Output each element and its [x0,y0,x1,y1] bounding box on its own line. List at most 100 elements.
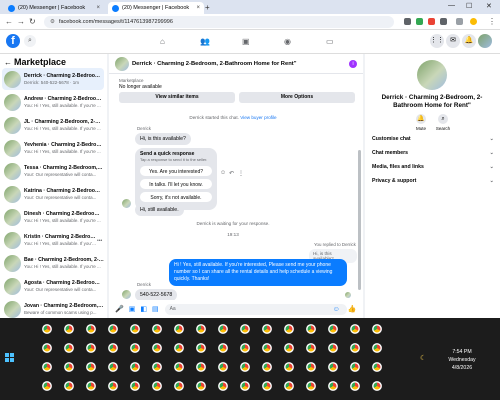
taskbar-app-icon[interactable] [86,343,96,353]
taskbar-app-icon[interactable] [306,324,316,334]
search-icon[interactable]: ⌕ [24,35,36,47]
conversation-item[interactable]: Dinesh · Charming 2-Bedroom, ... You: Hi … [2,206,104,228]
taskbar-app-icon[interactable] [262,362,272,372]
chat-members-section[interactable]: Chat members ⌄ [372,150,494,156]
taskbar-app-icon[interactable] [262,381,272,391]
taskbar-app-icon[interactable] [108,381,118,391]
taskbar-app-icon[interactable] [328,362,338,372]
taskbar-app-icon[interactable] [350,324,360,334]
taskbar-app-icon[interactable] [152,362,162,372]
taskbar-app-icon[interactable] [240,381,250,391]
taskbar-app-icon[interactable] [108,324,118,334]
taskbar-app-icon[interactable] [174,324,184,334]
taskbar-app-icon[interactable] [130,343,140,353]
taskbar-app-icon[interactable] [372,343,382,353]
taskbar-app-icon[interactable] [284,362,294,372]
taskbar-app-icon[interactable] [86,324,96,334]
taskbar-app-icon[interactable] [130,324,140,334]
info-icon[interactable]: i [349,60,357,68]
taskbar-app-icon[interactable] [306,343,316,353]
taskbar-app-icon[interactable] [196,381,206,391]
view-similar-button[interactable]: View similar items [119,92,235,103]
conversation-item[interactable]: Kristin · Charming 2-Bedroo... You: Hi ! … [2,229,104,251]
taskbar-app-icon[interactable] [42,381,52,391]
scrollbar-thumb[interactable] [358,150,361,290]
taskbar-app-icon[interactable] [350,362,360,372]
taskbar-app-icon[interactable] [152,324,162,334]
taskbar-app-icon[interactable] [284,381,294,391]
gaming-icon[interactable]: ▭ [326,37,334,46]
taskbar-app-icon[interactable] [262,324,272,334]
extension-icon[interactable] [416,18,423,25]
image-icon[interactable]: ▣ [129,305,136,313]
taskbar-app-icon[interactable] [328,324,338,334]
system-clock[interactable]: 7:54 PM Wednesday 4/8/2026 [442,348,482,372]
forward-icon[interactable]: → [17,17,25,26]
reload-icon[interactable]: ↻ [29,17,36,26]
taskbar-app-icon[interactable] [130,381,140,391]
microphone-icon[interactable]: 🎤 [115,305,124,313]
like-icon[interactable]: 👍 [348,305,357,313]
customise-chat-section[interactable]: Customise chat ⌄ [372,136,494,142]
taskbar-app-icon[interactable] [240,343,250,353]
new-tab-button[interactable]: + [205,3,210,12]
menu-icon[interactable]: ⋮ [488,17,496,26]
url-input[interactable]: ⚙ facebook.com/messages/t/11476139872999… [44,16,394,28]
quick-reply-option[interactable]: Sorry, it's not available. [140,192,212,202]
profile-icon[interactable] [470,18,477,25]
conversation-item[interactable]: Agosta · Charming 2-Bedroom, ... Your: Ou… [2,275,104,297]
more-options-icon[interactable]: ••• [97,238,102,244]
close-window-button[interactable]: ✕ [486,2,492,10]
search-button[interactable]: ⌕ Search [433,114,453,131]
taskbar-app-icon[interactable] [372,362,382,372]
taskbar-app-icon[interactable] [42,343,52,353]
conversation-item[interactable]: Andrew · Charming 2-Bedroom, ... You: Hi … [2,91,104,113]
taskbar-app-icon[interactable] [350,343,360,353]
taskbar-app-icon[interactable] [196,324,206,334]
site-info-icon[interactable]: ⚙ [50,19,55,25]
taskbar-app-icon[interactable] [306,362,316,372]
menu-grid-icon[interactable]: ⋮⋮ [430,34,444,48]
home-icon[interactable]: ⌂ [160,37,165,46]
taskbar-app-icon[interactable] [42,324,52,334]
taskbar-app-icon[interactable] [86,381,96,391]
taskbar-app-icon[interactable] [328,381,338,391]
chat-header[interactable]: Derrick · Charming 2-Bedroom, 2-Bathroom… [109,54,363,74]
more-options-button[interactable]: More Options [239,92,355,103]
mute-button[interactable]: 🔔 Mute [411,114,431,131]
conversation-item[interactable]: Derrick · Charming 2-Bedroom, ... Derrick… [2,68,104,90]
maximize-button[interactable]: ☐ [466,2,472,10]
taskbar-app-icon[interactable] [174,362,184,372]
taskbar-app-icon[interactable] [218,381,228,391]
weather-icon[interactable]: ☾ [420,354,426,362]
facebook-logo[interactable]: f [6,34,20,48]
more-icon[interactable]: ⋮ [238,170,244,177]
sidebar-icon[interactable] [456,18,463,25]
conversation-item[interactable]: Jovan · Charming 2-Bedroom, 2-... Beware … [2,298,104,318]
taskbar-app-icon[interactable] [64,362,74,372]
friends-icon[interactable]: 👥 [200,37,210,46]
groups-icon[interactable]: ◉ [284,37,291,46]
taskbar-app-icon[interactable] [284,343,294,353]
close-tab-icon[interactable]: × [96,5,100,11]
conversation-item[interactable]: JL · Charming 2-Bedroom, 2-Ba... You: Hi … [2,114,104,136]
taskbar-app-icon[interactable] [108,362,118,372]
privacy-support-section[interactable]: Privacy & support ⌄ [372,178,494,184]
back-arrow-icon[interactable]: ← [4,58,12,67]
conversation-item[interactable]: Yevhenia · Charming 2-Bedroom... You: Hi … [2,137,104,159]
taskbar-app-icon[interactable] [240,324,250,334]
taskbar-app-icon[interactable] [86,362,96,372]
quick-reply-option[interactable]: In talks. I'll let you know. [140,179,212,189]
taskbar-app-icon[interactable] [262,343,272,353]
account-avatar[interactable] [478,34,492,48]
taskbar-app-icon[interactable] [152,343,162,353]
taskbar-app-icon[interactable] [64,324,74,334]
view-buyer-profile-link[interactable]: View buyer profile [240,115,276,120]
taskbar-app-icon[interactable] [130,362,140,372]
extension-icon[interactable] [404,18,411,25]
minimize-button[interactable]: — [448,2,455,9]
taskbar-app-icon[interactable] [306,381,316,391]
taskbar-app-icon[interactable] [64,343,74,353]
messenger-icon[interactable]: ✉ [446,34,460,48]
gif-icon[interactable]: ▤ [152,305,159,313]
